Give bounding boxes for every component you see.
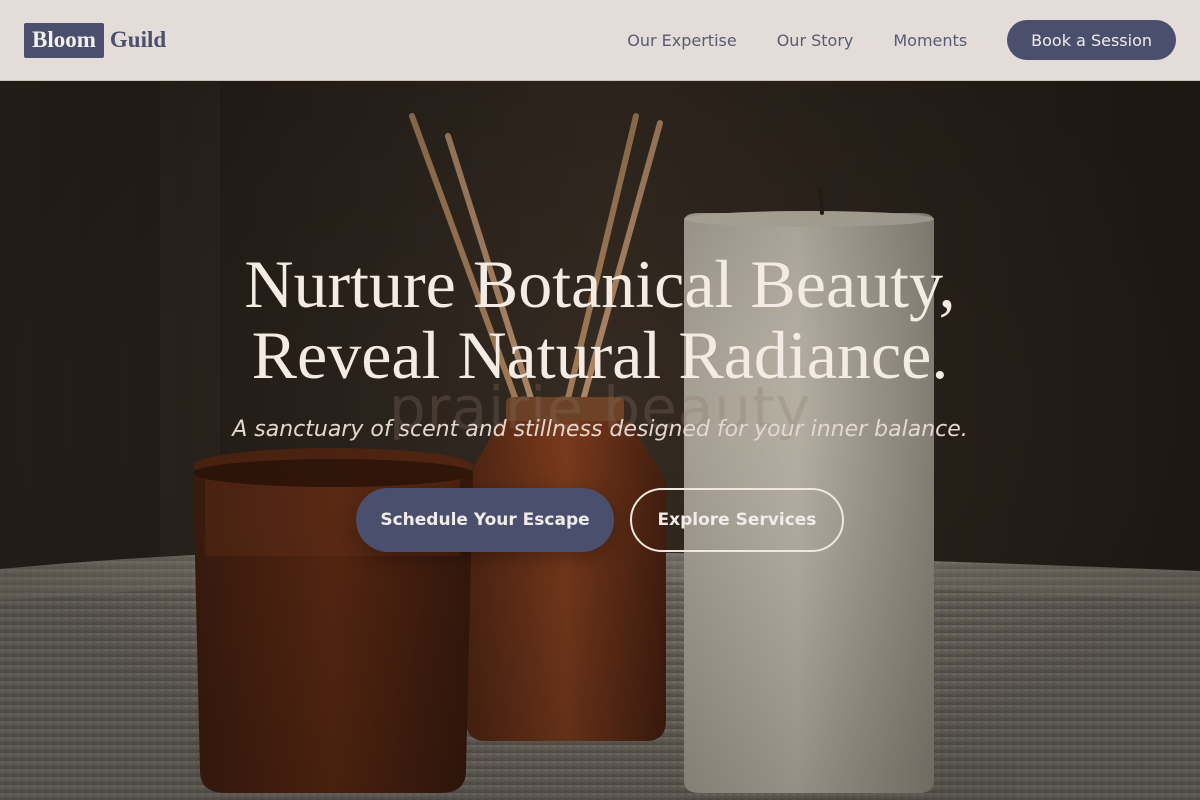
logo[interactable]: Bloom Guild [24,22,167,58]
explore-services-button[interactable]: Explore Services [630,488,844,552]
nav-link-our-story[interactable]: Our Story [777,31,854,50]
book-session-button[interactable]: Book a Session [1007,20,1176,60]
headline-line-2: Reveal Natural Radiance. [251,317,949,393]
nav-link-moments[interactable]: Moments [893,31,967,50]
site-header: Bloom Guild Our Expertise Our Story Mome… [0,0,1200,81]
headline-line-1: Nurture Botanical Beauty, [244,246,956,322]
logo-box: Bloom [24,22,104,58]
hero-content: prairie beauty Nurture Botanical Beauty,… [0,81,1200,800]
hero-subtitle: A sanctuary of scent and stillness desig… [232,417,968,442]
main-nav: Our Expertise Our Story Moments Book a S… [627,20,1176,60]
logo-text: Guild [109,27,167,52]
hero-headline: Nurture Botanical Beauty, Reveal Natural… [0,249,1200,391]
schedule-escape-button[interactable]: Schedule Your Escape [356,488,614,552]
nav-link-our-expertise[interactable]: Our Expertise [627,31,736,50]
